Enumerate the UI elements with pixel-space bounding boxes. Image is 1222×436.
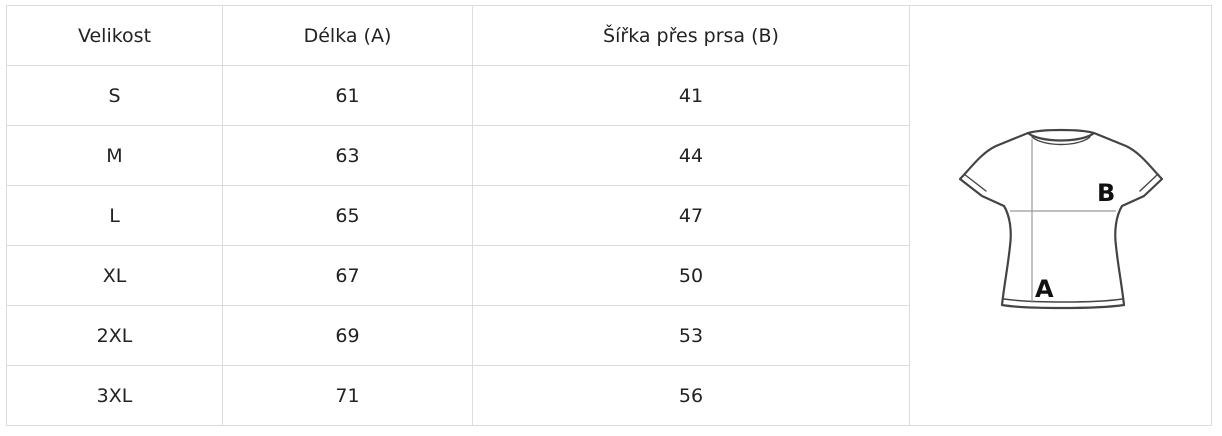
tshirt-measurement-diagram: B A — [958, 128, 1163, 309]
cell-length: 63 — [222, 125, 473, 186]
cell-length: 65 — [222, 185, 473, 246]
cell-length: 67 — [222, 245, 473, 306]
cell-chest-width: 50 — [472, 245, 910, 306]
cell-chest-width: 56 — [472, 365, 910, 426]
cell-chest-width: 53 — [472, 305, 910, 366]
cell-length: 61 — [222, 65, 473, 126]
size-chart-table: Velikost Délka (A) Šířka přes prsa (B) B… — [6, 5, 1212, 426]
header-chest-width: Šířka přes prsa (B) — [472, 5, 910, 66]
diagram-label-b: B — [1097, 179, 1115, 207]
cell-length: 71 — [222, 365, 473, 426]
cell-length: 69 — [222, 305, 473, 366]
diagram-label-a: A — [1035, 275, 1054, 303]
tshirt-diagram-cell: B A — [909, 5, 1212, 426]
cell-size: XL — [6, 245, 223, 306]
header-length: Délka (A) — [222, 5, 473, 66]
cell-chest-width: 47 — [472, 185, 910, 246]
cell-chest-width: 44 — [472, 125, 910, 186]
cell-size: M — [6, 125, 223, 186]
cell-size: 2XL — [6, 305, 223, 366]
table-header-row: Velikost Délka (A) Šířka přes prsa (B) B… — [6, 5, 1212, 426]
cell-chest-width: 41 — [472, 65, 910, 126]
cell-size: 3XL — [6, 365, 223, 426]
tshirt-outline-path — [958, 128, 1163, 309]
cell-size: S — [6, 65, 223, 126]
cell-size: L — [6, 185, 223, 246]
header-size: Velikost — [6, 5, 223, 66]
